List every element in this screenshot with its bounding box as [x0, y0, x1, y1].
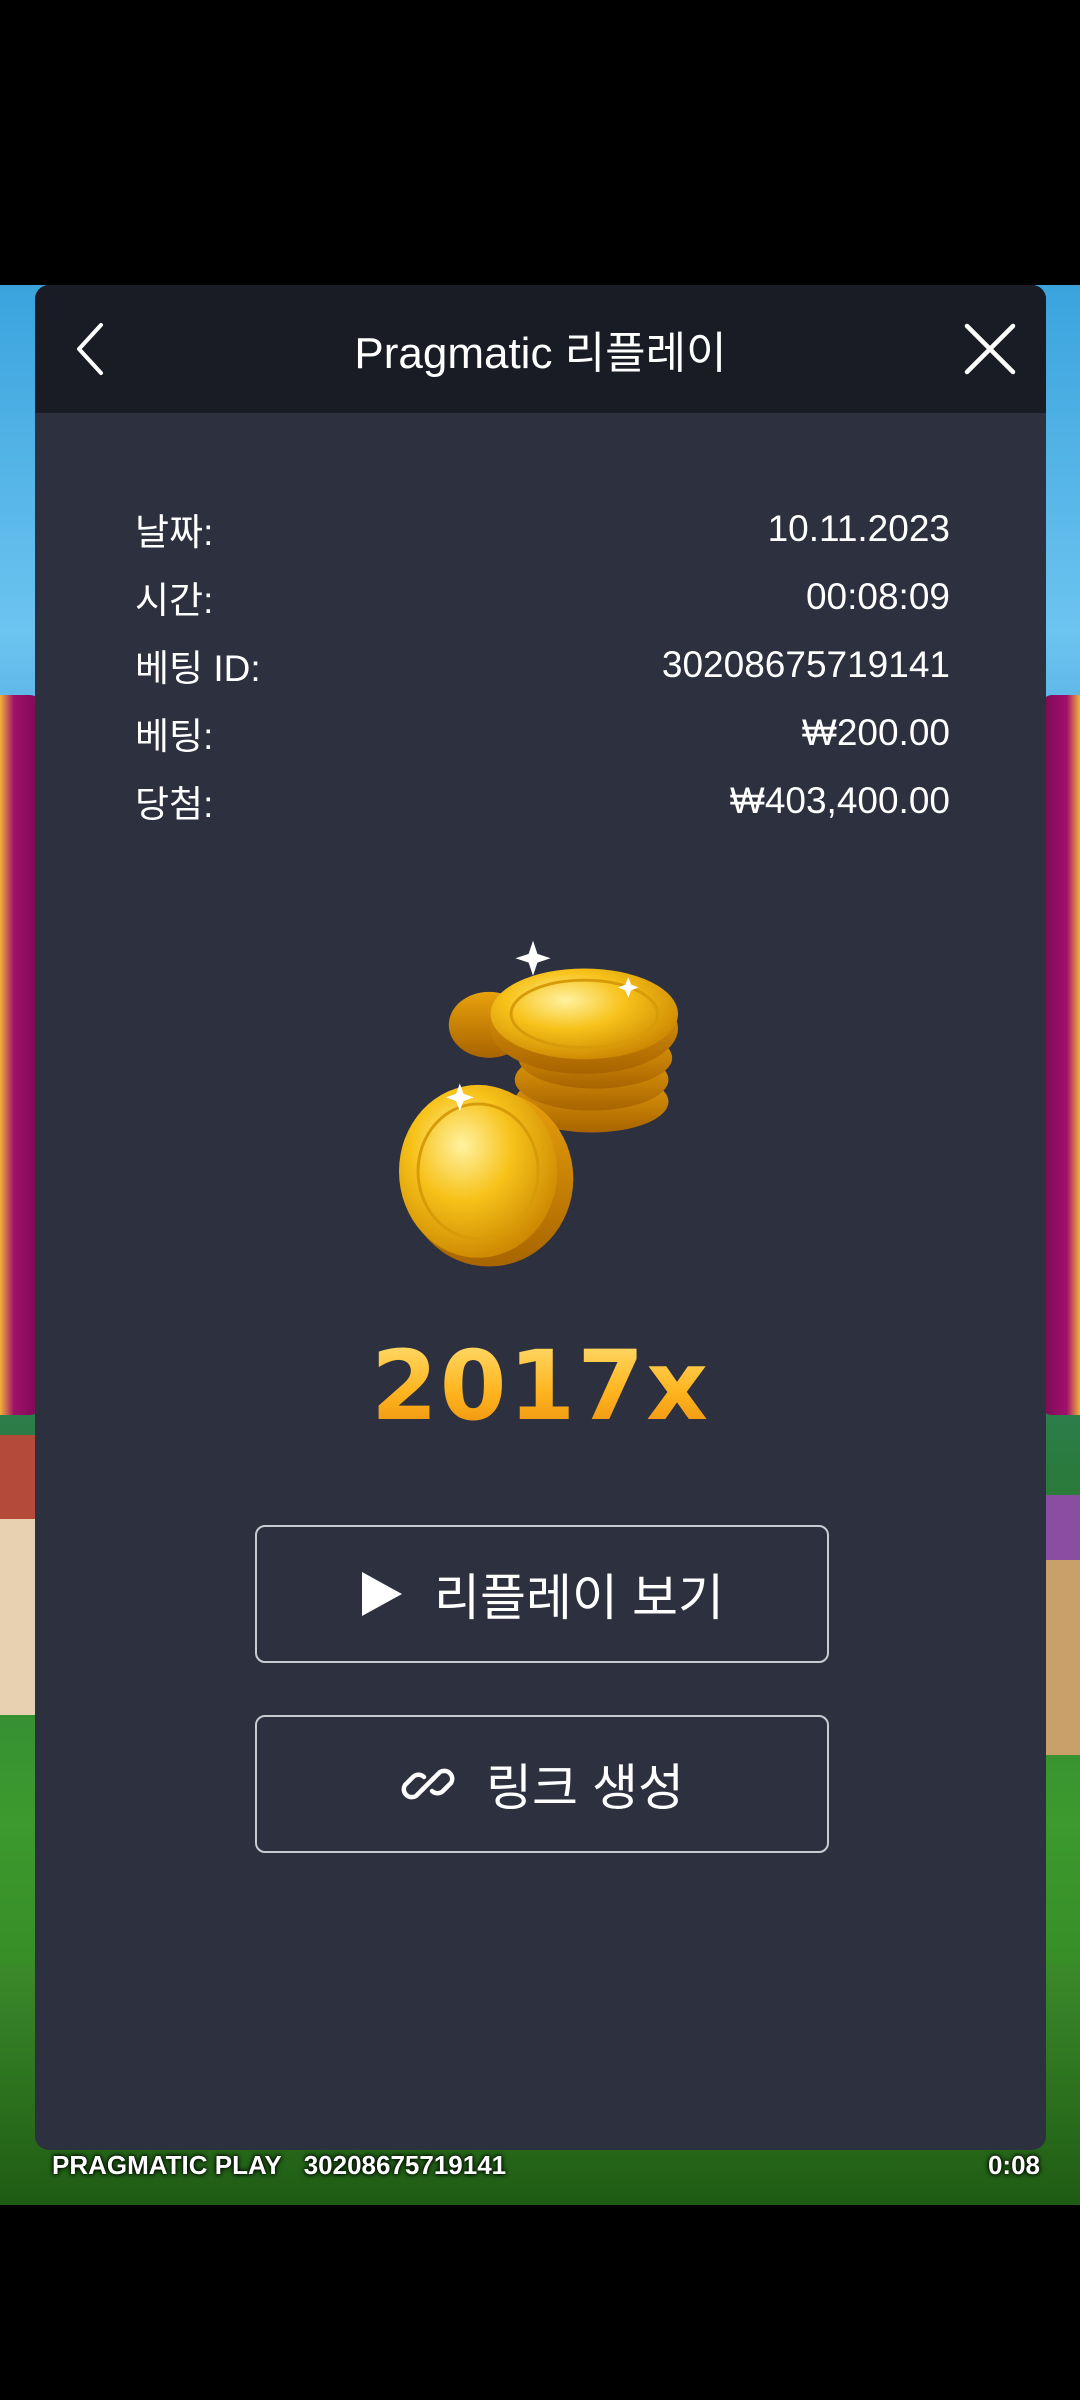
reel-frame-right [1042, 695, 1080, 1415]
footer-time: 0:08 [987, 2149, 1040, 2180]
win-multiplier: 2017x [35, 1330, 1046, 1442]
bet-info-list: 날짜: 10.11.2023 시간: 00:08:09 베팅 ID: 30208… [135, 495, 950, 835]
background-house-left [0, 1435, 40, 1715]
info-row-win: 당첨: ₩403,400.00 [135, 767, 950, 835]
link-icon [401, 1768, 455, 1800]
info-value: ₩200.00 [801, 712, 950, 753]
watch-replay-button[interactable]: 리플레이 보기 [255, 1525, 829, 1663]
replay-modal: Pragmatic 리플레이 날짜: 10.11.2023 시간: 00:08:… [35, 285, 1046, 2150]
close-button[interactable] [954, 313, 1026, 385]
info-label: 베팅: [135, 716, 214, 757]
modal-header: Pragmatic 리플레이 [35, 285, 1046, 413]
close-icon [964, 323, 1016, 375]
info-value: ₩403,400.00 [729, 780, 950, 821]
info-label: 날짜: [135, 512, 214, 553]
reel-frame-left [0, 695, 40, 1415]
info-label: 당첨: [135, 784, 214, 825]
info-row-bet: 베팅: ₩200.00 [135, 699, 950, 767]
background-house-right [1040, 1495, 1080, 1755]
info-label: 시간: [135, 580, 214, 621]
modal-title: Pragmatic 리플레이 [354, 329, 727, 378]
create-link-button[interactable]: 링크 생성 [255, 1715, 829, 1853]
info-value: 10.11.2023 [767, 508, 950, 549]
info-row-date: 날짜: 10.11.2023 [135, 495, 950, 563]
info-row-bet-id: 베팅 ID: 30208675719141 [135, 631, 950, 699]
back-button[interactable] [55, 313, 127, 385]
info-value: 00:08:09 [805, 576, 950, 617]
watch-replay-label: 리플레이 보기 [434, 1570, 724, 1626]
info-row-time: 시간: 00:08:09 [135, 563, 950, 631]
info-label: 베팅 ID: [135, 648, 261, 689]
footer-bet-id: 30208675719141 [303, 2149, 507, 2180]
info-value: 30208675719141 [661, 644, 950, 685]
play-icon [362, 1572, 403, 1616]
create-link-label: 링크 생성 [486, 1760, 684, 1816]
chevron-left-icon [77, 323, 103, 375]
footer-brand: PRAGMATIC PLAY [52, 2149, 282, 2180]
